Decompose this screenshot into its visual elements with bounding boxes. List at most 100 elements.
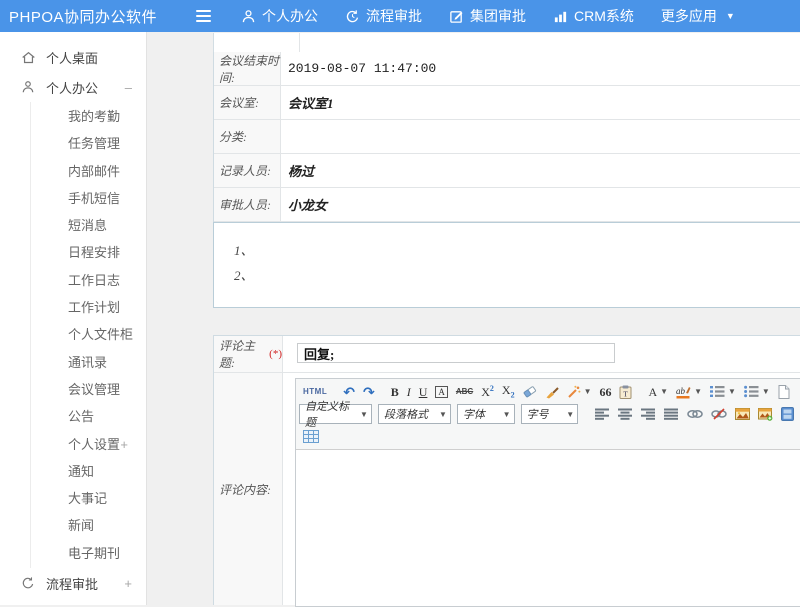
form-row-category: 分类: — [214, 120, 800, 154]
format-brush-icon[interactable] — [542, 383, 562, 401]
sidebar-item-e-journal[interactable]: 电子期刊 — [31, 540, 146, 567]
eraser-icon[interactable] — [520, 383, 540, 401]
font-family-select[interactable]: 字体▼ — [457, 404, 515, 424]
table-row-partial — [213, 33, 800, 53]
unlink-icon[interactable] — [708, 405, 730, 423]
person-icon — [241, 9, 256, 24]
unordered-list-icon[interactable]: ▼ — [741, 383, 773, 401]
highlight-color-icon[interactable]: ab▼ — [673, 383, 705, 401]
new-page-icon[interactable] — [775, 383, 793, 401]
sidebar-item-work-plan[interactable]: 工作计划 — [31, 294, 146, 321]
sidebar-item-meeting-management[interactable]: 会议管理 — [31, 376, 146, 403]
strikethrough-icon[interactable]: ABC — [453, 383, 476, 401]
align-right-icon[interactable] — [638, 405, 659, 423]
note-line: 1、 — [234, 238, 800, 263]
form-row-category-label: 分类: — [214, 120, 281, 153]
comment-content-value-cell: HTML↶↷BIUAABCX2X2▼66TA▼ab▼▼▼ 自定义标题▼段落格式▼… — [283, 373, 800, 605]
sidebar-item-task-management[interactable]: 任务管理 — [31, 130, 146, 157]
collapse-icon[interactable]: – — [125, 80, 132, 95]
form-row-approver-value: 小龙女 — [281, 188, 800, 221]
comment-content-row: 评论内容: HTML↶↷BIUAABCX2X2▼66TA▼ab▼▼▼ 自定义标题… — [214, 373, 800, 605]
nav-more-apps[interactable]: 更多应用 — [661, 6, 717, 26]
sidebar-item-news[interactable]: 新闻 — [31, 512, 146, 539]
chevron-down-icon: ▼ — [503, 410, 511, 419]
expand-icon[interactable]: + — [120, 431, 128, 458]
align-justify-icon[interactable] — [661, 405, 682, 423]
comment-subject-value-cell — [283, 336, 800, 372]
align-center-icon[interactable] — [615, 405, 636, 423]
chevron-down-icon: ▼ — [694, 387, 702, 396]
custom-heading-select[interactable]: 自定义标题▼ — [299, 404, 372, 424]
sidebar-item-work-diary[interactable]: 工作日志 — [31, 267, 146, 294]
color-wand-icon[interactable]: ▼ — [564, 383, 595, 401]
chevron-down-icon: ▼ — [728, 387, 736, 396]
sidebar-item-personal-desktop[interactable]: 个人桌面 — [0, 42, 146, 72]
media-icon[interactable] — [778, 405, 797, 423]
table-icon[interactable] — [300, 428, 322, 446]
comment-subject-input[interactable] — [297, 343, 615, 363]
link-icon[interactable] — [684, 405, 706, 423]
chevron-down-icon: ▼ — [360, 410, 368, 419]
hamburger-menu-icon[interactable] — [192, 6, 215, 26]
main-content: 会议结束时间:2019-08-07 11:47:00会议室:会议室1分类:记录人… — [148, 32, 800, 605]
italic-icon[interactable]: I — [404, 383, 414, 401]
sidebar-item-my-attendance[interactable]: 我的考勤 — [31, 103, 146, 130]
chevron-down-icon: ▼ — [584, 387, 592, 396]
sidebar-item-major-events[interactable]: 大事记 — [31, 485, 146, 512]
sidebar-item-internal-mail[interactable]: 内部邮件 — [31, 158, 146, 185]
sidebar-item-personal-office[interactable]: 个人办公 – — [0, 72, 146, 102]
ordered-list-icon[interactable]: ▼ — [707, 383, 739, 401]
note-line: 2、 — [234, 263, 800, 288]
sidebar-item-mobile-sms[interactable]: 手机短信 — [31, 185, 146, 212]
sidebar-item-schedule[interactable]: 日程安排 — [31, 239, 146, 266]
insert-image-icon[interactable] — [755, 405, 776, 423]
nav-group-approval[interactable]: 集团审批 — [449, 6, 526, 26]
superscript-icon[interactable]: X2 — [478, 383, 497, 401]
svg-text:T: T — [624, 389, 629, 398]
meeting-notes-box: 1、2、 — [213, 222, 800, 308]
edit-icon — [449, 9, 464, 24]
font-color-icon[interactable]: A▼ — [645, 383, 671, 401]
comment-form-table: 评论主题: (*) 评论内容: HTML↶↷BIUAABCX2X2▼66TA▼a… — [213, 335, 800, 605]
flow-icon — [345, 9, 360, 24]
paste-as-text-icon[interactable]: T — [616, 383, 635, 401]
sidebar-item-personal-files[interactable]: 个人文件柜 — [31, 321, 146, 348]
sidebar-item-short-message[interactable]: 短消息 — [31, 212, 146, 239]
chevron-down-icon[interactable]: ▼ — [726, 11, 735, 21]
sidebar-item-announcement[interactable]: 公告 — [31, 403, 146, 430]
expand-icon[interactable]: + — [124, 576, 132, 591]
editor-content-area[interactable] — [296, 450, 800, 606]
font-size-select[interactable]: 字号▼ — [521, 404, 579, 424]
form-row-meeting-end-time: 会议结束时间:2019-08-07 11:47:00 — [214, 52, 800, 86]
form-row-meeting-room-label: 会议室: — [214, 86, 281, 119]
image-icon[interactable] — [732, 405, 753, 423]
home-icon — [21, 50, 37, 65]
comment-subject-row: 评论主题: (*) — [214, 336, 800, 373]
redo-icon[interactable]: ↷ — [360, 383, 378, 401]
comment-content-label: 评论内容: — [214, 373, 283, 605]
sidebar-item-contacts[interactable]: 通讯录 — [31, 349, 146, 376]
flow-icon — [21, 576, 37, 590]
person-icon — [21, 80, 37, 94]
form-row-recorder-value: 杨过 — [281, 154, 800, 187]
underline-icon[interactable]: U — [416, 383, 431, 401]
remove-format-icon[interactable]: A — [432, 383, 451, 401]
personal-office-submenu: 我的考勤任务管理内部邮件手机短信短消息日程安排工作日志工作计划个人文件柜通讯录会… — [30, 102, 146, 568]
form-row-meeting-end-time-label: 会议结束时间: — [214, 52, 281, 85]
nav-personal-office[interactable]: 个人办公 — [241, 6, 318, 26]
nav-flow-approval[interactable]: 流程审批 — [345, 6, 422, 26]
bold-icon[interactable]: B — [388, 383, 402, 401]
align-left-icon[interactable] — [592, 405, 613, 423]
sidebar-item-notice[interactable]: 通知 — [31, 458, 146, 485]
top-nav: 个人办公 流程审批 集团审批 CRM系统 — [241, 6, 735, 26]
sidebar-item-personal-settings[interactable]: 个人设置+ — [31, 431, 146, 458]
nav-crm-system[interactable]: CRM系统 — [553, 6, 634, 26]
form-row-meeting-end-time-value: 2019-08-07 11:47:00 — [281, 52, 800, 85]
form-row-category-value — [281, 120, 800, 153]
paragraph-format-select[interactable]: 段落格式▼ — [378, 404, 451, 424]
subscript-icon[interactable]: X2 — [499, 383, 518, 401]
app-logo: PHPOA协同办公软件 — [0, 6, 192, 27]
blockquote-icon[interactable]: 66 — [596, 383, 614, 401]
chevron-down-icon: ▼ — [439, 410, 447, 419]
sidebar-item-flow-approval[interactable]: 流程审批 + — [0, 568, 146, 598]
